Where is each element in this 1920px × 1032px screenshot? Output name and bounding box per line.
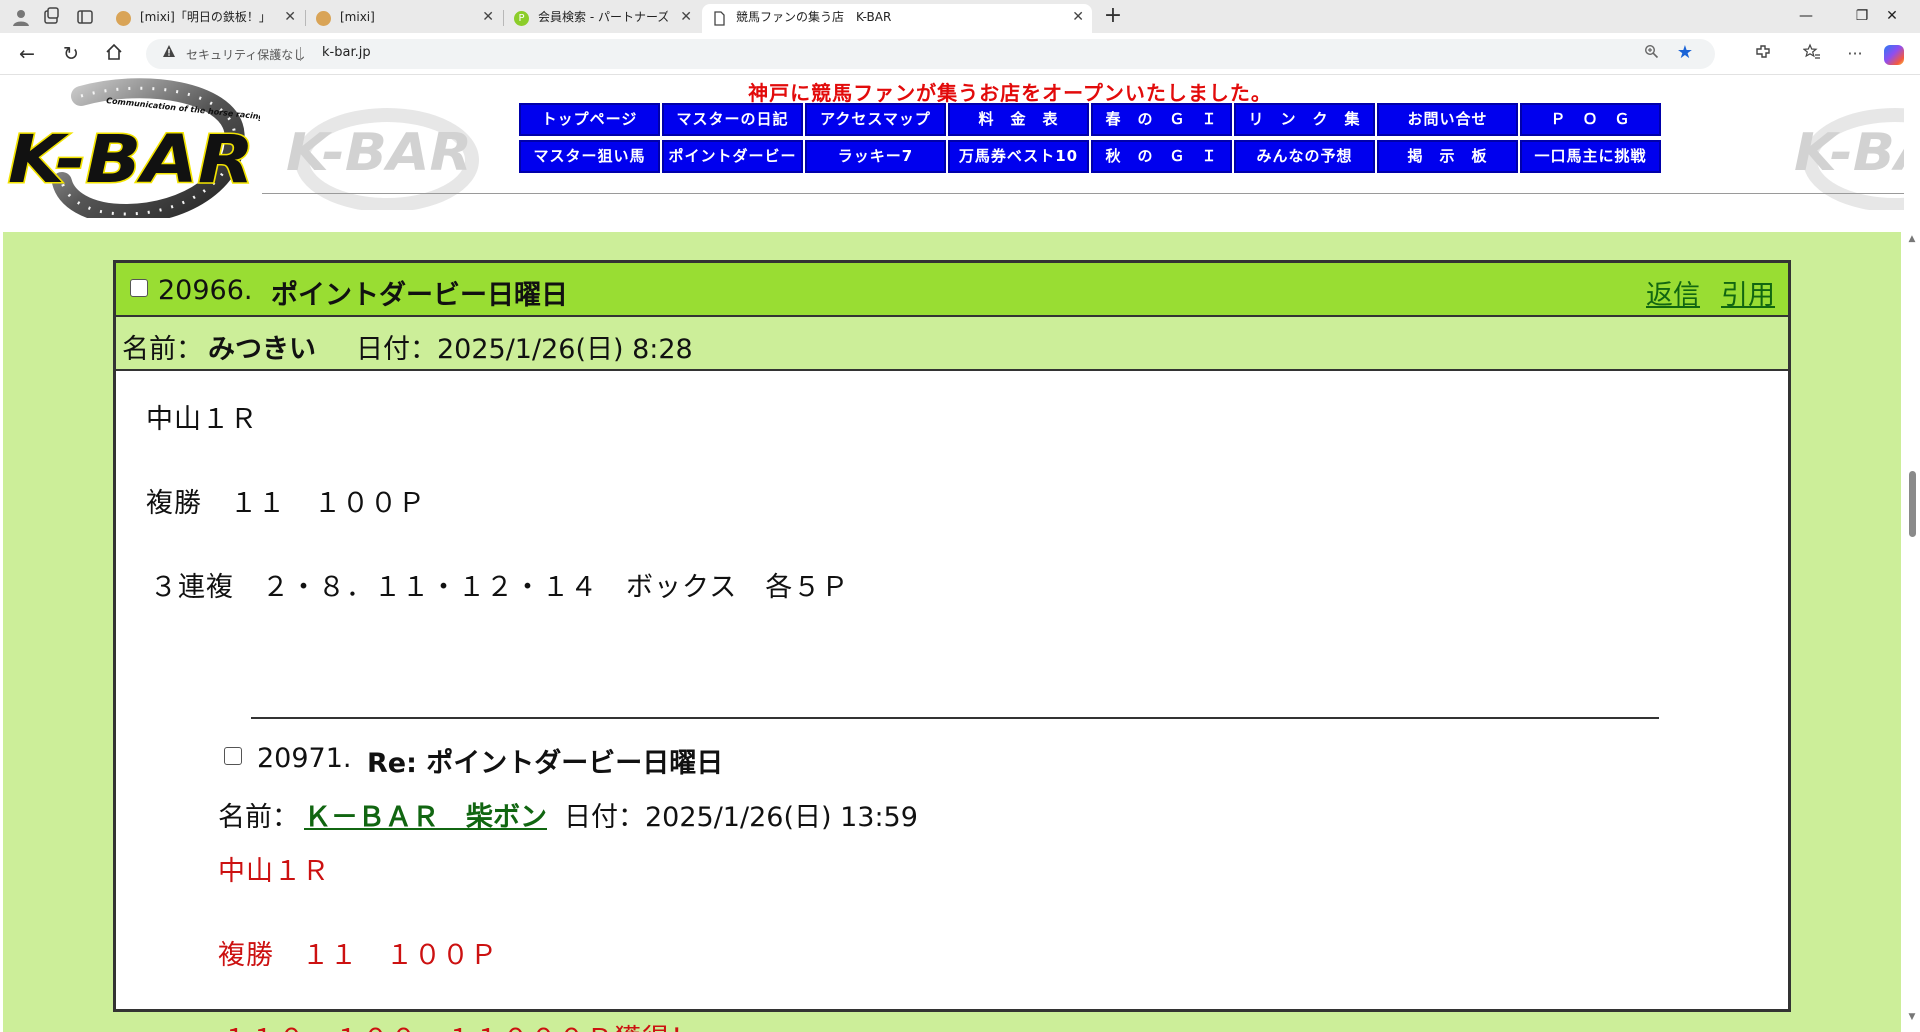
address-separator [300,47,301,61]
address-bar[interactable]: セキュリティ保護なし k-bar.jp ★ [146,39,1715,69]
reply-date: 日付：2025/1/26(日) 13:59 [564,802,918,833]
post-body-line: 中山１Ｒ [146,404,258,435]
post-body-line: 複勝 １１ １００Ｐ [146,488,426,519]
scroll-down-icon[interactable]: ▼ [1904,1012,1920,1026]
reply-name-label: 名前： [218,802,299,833]
tab-title: [mixi] [340,10,375,24]
nav-everyone-predictions[interactable]: みんなの予想 [1234,140,1375,173]
post-select-checkbox[interactable] [130,279,148,297]
board-post: 20966. ポイントダービー日曜日 返信 引用 名前： みつきい 日付：202… [113,260,1791,1032]
new-tab-button[interactable]: + [1100,3,1126,29]
browser-toolbar: ← ↻ セキュリティ保護なし k-bar.jp ★ ··· [0,33,1920,75]
post-body-line: ３連複 ２・８．１１・１２・１４ ボックス 各５Ｐ [150,572,850,603]
mixi-favicon-icon [316,11,331,26]
minimize-icon[interactable]: — [1778,0,1834,33]
nav-access-map[interactable]: アクセスマップ [805,103,946,136]
profile-icon[interactable] [10,6,32,28]
watermark-text: K-BAR [286,123,472,183]
post-author: みつきい [208,334,316,365]
page-scrollbar[interactable]: ▲ ▼ [1904,76,1920,1032]
tab-actions-icon[interactable] [74,6,96,28]
reply-body-line: 複勝 １１ １００Ｐ [218,940,498,971]
post-divider [251,717,1659,719]
reply-link[interactable]: 返信 [1646,273,1700,312]
scrollbar-thumb[interactable] [1909,471,1916,537]
favorites-icon[interactable] [1800,43,1824,65]
close-icon[interactable]: ✕ [1072,4,1084,31]
tab-mixi-1[interactable]: [mixi]「明日の鉄板！」| 明日の鉄板 ✕ [106,4,304,33]
nav-lucky7[interactable]: ラッキー7 [805,140,946,173]
refresh-icon[interactable]: ↻ [58,42,84,68]
post-date: 日付：2025/1/26(日) 8:28 [356,334,693,365]
back-arrow-icon[interactable]: ← [14,42,40,68]
zoom-icon[interactable] [1644,44,1659,63]
workspaces-icon[interactable] [40,6,62,28]
warning-icon[interactable] [162,44,176,62]
post-title: ポイントダービー日曜日 [271,280,568,311]
watermark-text: K-BAR [1794,123,1904,183]
nav-manbaken-best10[interactable]: 万馬券ベスト10 [948,140,1089,173]
more-menu-icon[interactable]: ··· [1843,43,1867,65]
tab-partners[interactable]: P 会員検索 - パートナーズ ✕ [504,4,700,33]
nav-spring-g1[interactable]: 春 の Ｇ Ｉ [1091,103,1232,136]
reply-author-link[interactable]: Ｋ－ＢＡＲ 柴ボン [304,795,547,834]
post-meta-bar: 名前： みつきい 日付：2025/1/26(日) 8:28 [116,317,1788,371]
site-nav-menu: トップページ マスターの日記 アクセスマップ 料 金 表 春 の Ｇ Ｉ リ ン… [519,103,1661,173]
nav-point-derby[interactable]: ポイントダービー [662,140,803,173]
nav-top-page[interactable]: トップページ [519,103,660,136]
security-label[interactable]: セキュリティ保護なし [186,46,305,63]
tab-title: [mixi]「明日の鉄板！」| 明日の鉄板 [140,10,272,24]
nav-hitokuchi-banushi[interactable]: 一口馬主に挑戦 [1520,140,1661,173]
close-window-icon[interactable]: ✕ [1864,0,1920,33]
header-rule [262,193,1904,194]
home-icon[interactable] [101,42,127,68]
close-icon[interactable]: ✕ [284,4,296,31]
reply-body-line: 中山１Ｒ [218,856,330,887]
url-text[interactable]: k-bar.jp [322,45,371,60]
browser-tab-bar: [mixi]「明日の鉄板！」| 明日の鉄板 ✕ [mixi] ✕ P 会員検索 … [0,0,1920,33]
nav-contact[interactable]: お問い合せ [1377,103,1518,136]
site-tagline: 神戸に競馬ファンが集うお店をオープンいたしました。 [748,81,1272,105]
nav-price-list[interactable]: 料 金 表 [948,103,1089,136]
nav-autumn-g1[interactable]: 秋 の Ｇ Ｉ [1091,140,1232,173]
close-icon[interactable]: ✕ [680,4,692,31]
close-icon[interactable]: ✕ [482,4,494,31]
reply-number: 20971. [257,743,352,774]
tab-title: 会員検索 - パートナーズ [538,10,668,24]
mixi-favicon-icon [116,11,131,26]
post-name-label: 名前： [122,334,203,365]
nav-links[interactable]: リ ン ク 集 [1234,103,1375,136]
page-viewport: Communication of the horse racing fan K-… [0,76,1904,1032]
nav-master-pick[interactable]: マスター狙い馬 [519,140,660,173]
site-header: Communication of the horse racing fan K-… [0,76,1904,232]
reply-body-line: １１０ｘ１００＝１１０００Ｐ獲得！ [222,1017,698,1032]
reply-title: Re: ポイントダービー日曜日 [367,748,724,779]
nav-master-diary[interactable]: マスターの日記 [662,103,803,136]
kbar-logo[interactable]: Communication of the horse racing fan K-… [6,78,260,218]
post-number: 20966. [158,275,253,306]
post-title-bar: 20966. ポイントダービー日曜日 返信 引用 [116,263,1788,317]
nav-bulletin-board[interactable]: 掲 示 板 [1377,140,1518,173]
page-favicon-icon [712,11,727,26]
extensions-icon[interactable] [1751,43,1775,65]
scroll-up-icon[interactable]: ▲ [1904,234,1920,248]
nav-pog[interactable]: Ｐ Ｏ Ｇ [1520,103,1661,136]
partners-favicon-icon: P [514,11,529,26]
tab-title: 競馬ファンの集う店 K-BAR [736,10,892,24]
reply-select-checkbox[interactable] [224,747,242,765]
quote-link[interactable]: 引用 [1721,273,1775,312]
favorite-star-icon[interactable]: ★ [1677,42,1693,63]
copilot-icon[interactable] [1884,45,1904,65]
logo-text: K-BAR [8,121,254,198]
tab-kbar[interactable]: 競馬ファンの集う店 K-BAR ✕ [702,4,1092,33]
tab-mixi-2[interactable]: [mixi] ✕ [306,4,502,33]
